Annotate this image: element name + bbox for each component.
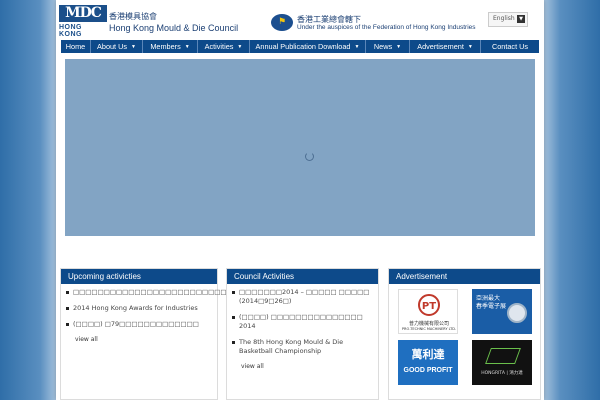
upcoming-list: □□□□□□□□□□□□□□□□□□□□□□□□□□ 2014 Hong Kon…: [61, 284, 233, 329]
caret-down-icon: ▼: [237, 43, 243, 50]
nav-label: News: [373, 42, 393, 51]
nav-label: Advertisement: [417, 42, 464, 51]
list-item[interactable]: □□□□□□□2014 – □□□□□ □□□□□ (2014□9□26□): [232, 288, 373, 306]
nav-label: Home: [65, 42, 86, 51]
ad-line: 亞洲最大: [476, 295, 501, 302]
ad-name-en: GOOD PROFIT: [403, 367, 453, 374]
nav-advertisement[interactable]: Advertisement ▼: [410, 40, 481, 53]
ad-name-zh: 萬利達: [411, 348, 445, 361]
nav-members[interactable]: Members ▼: [143, 40, 198, 53]
ad-line: 春季電子展: [476, 303, 507, 310]
ad-name-en: PRO-TECHNIC MACHINERY LTD.: [401, 327, 457, 331]
nav-contact-us[interactable]: Contact Us: [481, 40, 539, 53]
caret-down-icon: ▼: [396, 43, 402, 50]
logo-mark: MDC: [59, 5, 107, 22]
view-all-link[interactable]: view all: [241, 363, 378, 370]
ad-text: HONGRITA | 鴻力達: [481, 371, 523, 376]
page-container: MDC HONG KONG 香港模具協會 Hong Kong Mould & D…: [56, 0, 544, 400]
federation-logo-icon: ⚑: [271, 14, 293, 31]
ad-asia-electronics[interactable]: 亞洲最大 春季電子展: [472, 289, 532, 334]
sphere-icon: [507, 303, 527, 323]
org-name-en: Hong Kong Mould & Die Council: [109, 23, 239, 33]
nav-news[interactable]: News ▼: [366, 40, 410, 53]
list-item[interactable]: (□□□□) □79□□□□□□□□□□□□□: [66, 320, 212, 329]
list-item[interactable]: (□□□□) □□□□□□□□□□□□□□□ 2014: [232, 313, 373, 331]
upcoming-activities-panel: Upcoming activicties □□□□□□□□□□□□□□□□□□□…: [60, 268, 233, 400]
caret-down-icon: ▼: [131, 43, 136, 50]
org-name-zh: 香港模具協會: [109, 12, 157, 21]
panel-title: Council Activities: [227, 269, 378, 284]
view-all-link[interactable]: view all: [75, 336, 217, 343]
council-activities-panel: Council Activities □□□□□□□2014 – □□□□□ □…: [226, 268, 379, 400]
language-label: English: [493, 15, 515, 22]
nav-activities[interactable]: Activities ▼: [198, 40, 250, 53]
ad-text: 亞洲最大 春季電子展: [476, 295, 506, 311]
hongrita-logo-icon: [485, 348, 521, 364]
main-nav: Home About Us ▼ Members ▼ Activities ▼ Annu…: [61, 40, 539, 53]
language-selector[interactable]: English ▼: [488, 12, 528, 27]
nav-label: Contact Us: [491, 42, 529, 51]
caret-down-icon: ▼: [354, 43, 360, 50]
nav-about-us[interactable]: About Us ▼: [91, 40, 143, 53]
nav-label: Annual Publication Download: [255, 42, 351, 51]
ad-hongrita[interactable]: HONGRITA | 鴻力達: [472, 340, 532, 385]
list-item[interactable]: 2014 Hong Kong Awards for Industries: [66, 304, 212, 313]
nav-annual-publication[interactable]: Annual Publication Download ▼: [250, 40, 366, 53]
federation-en: Under the auspices of the Federation of …: [297, 24, 476, 31]
panel-title: Advertisement: [389, 269, 540, 284]
panel-title: Upcoming activicties: [61, 269, 217, 284]
chevron-down-icon[interactable]: ▼: [517, 15, 525, 23]
council-list: □□□□□□□2014 – □□□□□ □□□□□ (2014□9□26□) (…: [227, 284, 378, 356]
nav-label: About Us: [97, 42, 128, 51]
federation-banner: ⚑ 香港工業總會轄下 Under the auspices of the Fed…: [271, 14, 481, 34]
nav-label: Activities: [204, 42, 234, 51]
nav-home[interactable]: Home: [61, 40, 91, 53]
logo-subtitle: HONG KONG: [59, 24, 82, 38]
header: MDC HONG KONG 香港模具協會 Hong Kong Mould & D…: [56, 0, 544, 40]
ad-protechnic[interactable]: PT 普力機械有限公司 PRO-TECHNIC MACHINERY LTD.: [398, 289, 458, 334]
hero-slider[interactable]: [65, 59, 535, 236]
pt-logo-icon: PT: [418, 294, 440, 316]
caret-down-icon: ▼: [467, 43, 473, 50]
list-item[interactable]: The 8th Hong Kong Mould & Die Basketball…: [232, 338, 373, 356]
advertisement-panel: Advertisement PT 普力機械有限公司 PRO-TECHNIC MA…: [388, 268, 541, 400]
ad-good-profit[interactable]: 萬利達 GOOD PROFIT: [398, 340, 458, 385]
loading-spinner-icon: [305, 152, 314, 161]
list-item[interactable]: □□□□□□□□□□□□□□□□□□□□□□□□□□: [66, 288, 233, 297]
nav-label: Members: [150, 42, 181, 51]
ad-name-zh: 普力機械有限公司: [408, 321, 449, 327]
caret-down-icon: ▼: [184, 43, 190, 50]
